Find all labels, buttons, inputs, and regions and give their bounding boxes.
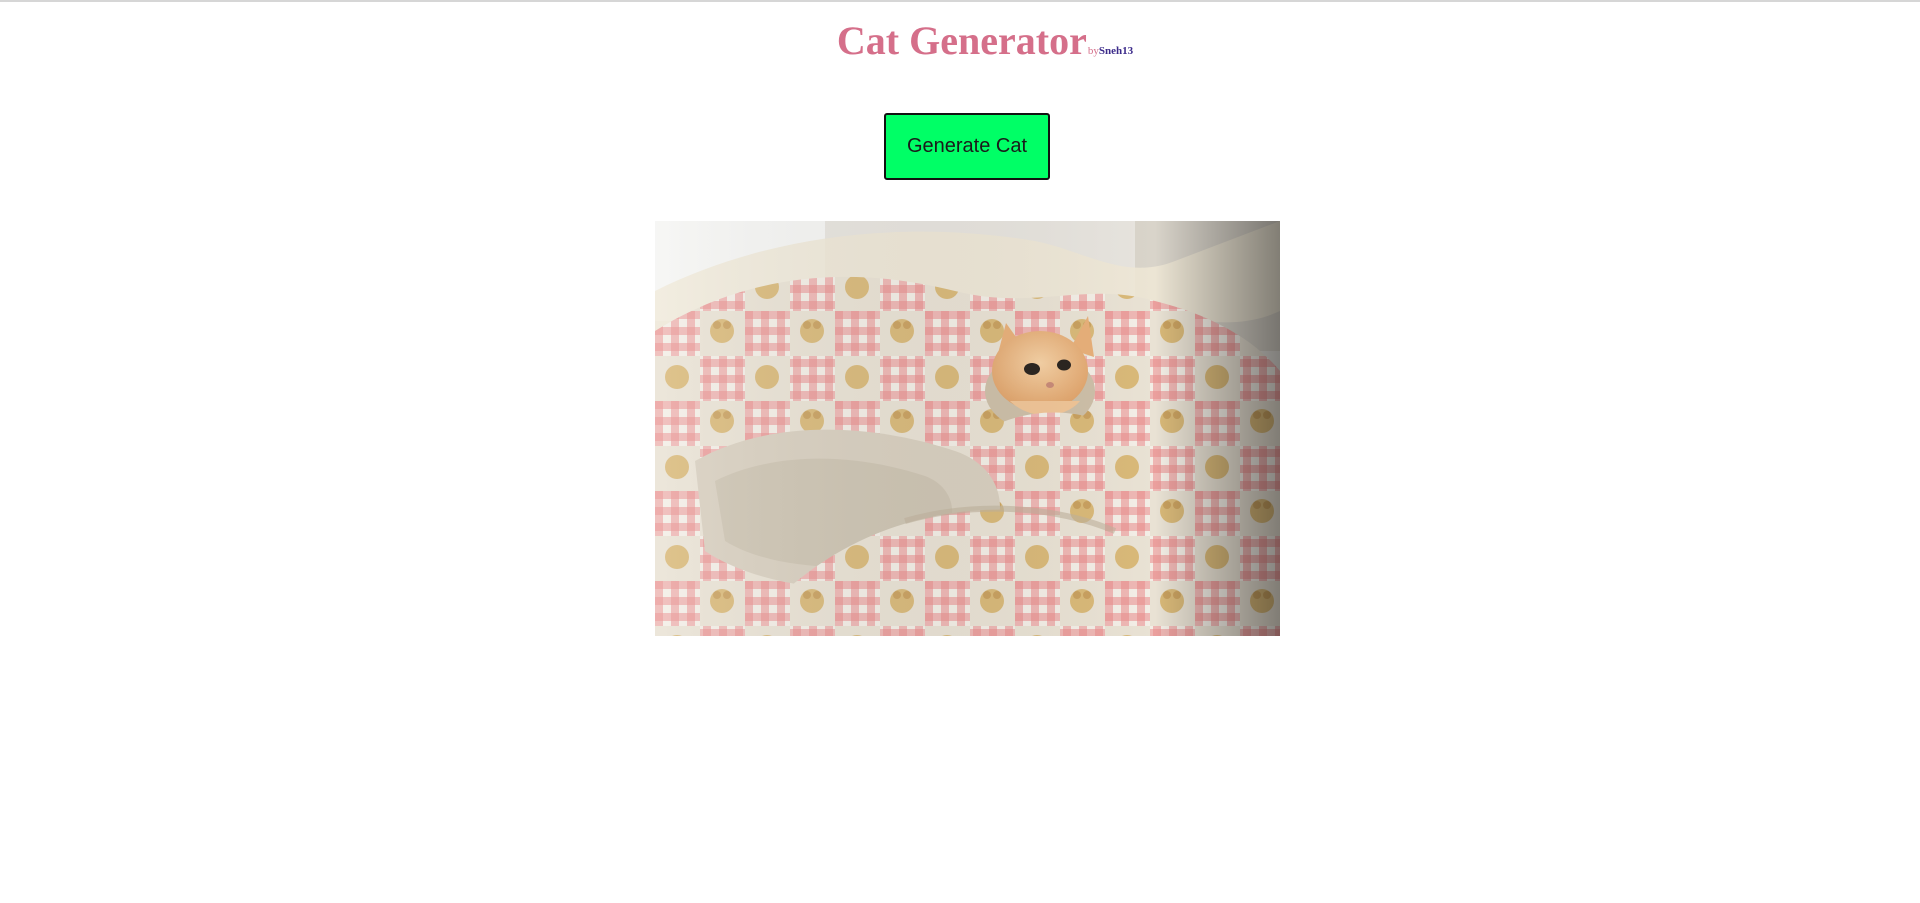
cat-image (655, 221, 1280, 636)
top-border-line (0, 0, 1920, 2)
page-header: Cat GeneratorbySneh13 (0, 18, 1920, 64)
byline: bySneh13 (1088, 45, 1133, 57)
byline-by-word: by (1087, 45, 1099, 57)
page-title: Cat Generator (836, 18, 1087, 63)
generate-cat-button[interactable]: Generate Cat (884, 113, 1050, 180)
author-name: Sneh13 (1098, 45, 1134, 57)
title-wrap: Cat GeneratorbySneh13 (787, 18, 1133, 64)
